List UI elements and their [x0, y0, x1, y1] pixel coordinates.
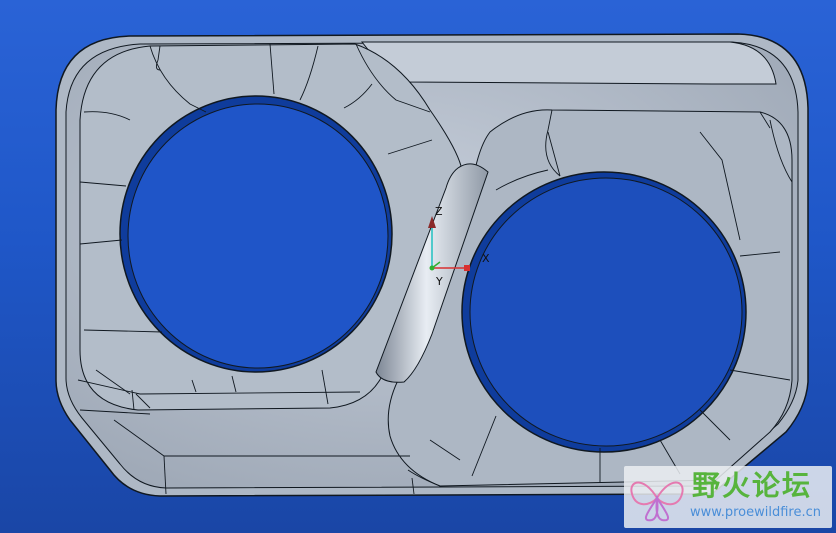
top-flat-face [360, 41, 777, 85]
left-hole-inner-edge [127, 103, 389, 369]
x-axis-label: X [482, 252, 490, 265]
y-axis-label: Y [435, 275, 443, 288]
butterfly-logo-icon [630, 481, 684, 522]
watermark-url: www.proewildfire.cn [690, 505, 821, 520]
part-model[interactable]: Z X Y [0, 0, 836, 533]
right-hole-inner-edge [469, 177, 743, 447]
csys-origin [429, 265, 435, 271]
z-axis-label: Z [435, 205, 443, 218]
graphics-viewport[interactable]: Z X Y 野火论坛 www.proewildfire.cn [0, 0, 836, 533]
x-axis-marker [464, 265, 470, 271]
watermark: 野火论坛 www.proewildfire.cn [624, 466, 832, 528]
watermark-title: 野火论坛 [692, 469, 813, 502]
